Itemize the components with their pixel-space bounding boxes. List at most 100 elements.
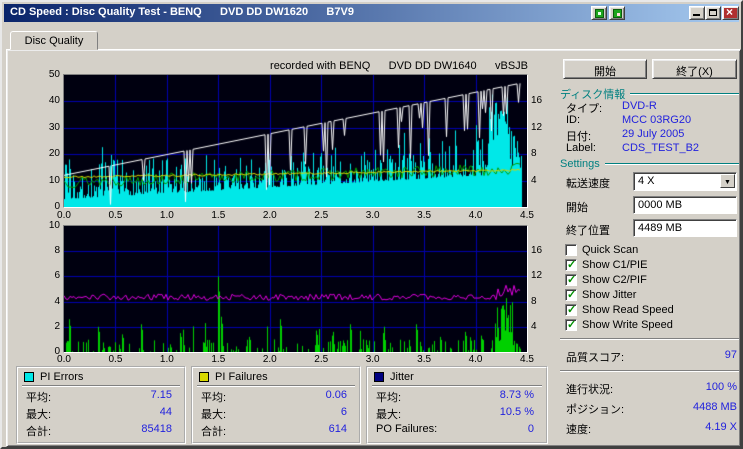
app-window: CD Speed : Disc Quality Test - BENQ DVD … (0, 0, 743, 449)
minimize-icon (693, 14, 700, 16)
axis-tick-label: 4.5 (520, 210, 534, 221)
axis-tick-label: 12 (531, 121, 543, 133)
start-position-input[interactable]: 0000 MB (633, 196, 737, 214)
axis-tick-label: 16 (531, 95, 543, 107)
start-button-label: 開始 (594, 66, 616, 78)
divider (560, 370, 739, 372)
checkbox-label: Show C1/PIE (582, 259, 648, 271)
checkmark-icon: ✓ (567, 259, 577, 271)
speed-select-dropdown-button[interactable]: ▼ (720, 174, 735, 188)
axis-tick-label: 8 (531, 295, 537, 307)
speed-select-value: 4 X (638, 175, 655, 187)
maximize-button[interactable] (705, 6, 721, 20)
axis-tick-label: 20 (48, 148, 60, 160)
bottom-chart (64, 226, 527, 352)
jitter-title: Jitter (390, 371, 414, 383)
bottom-x-axis: 0.0 0.5 1.0 1.5 2.0 2.5 3.0 3.5 4.0 4.5 (57, 354, 534, 365)
end-position-value: 4489 MB (638, 222, 683, 234)
close-icon: × (726, 5, 734, 19)
titlebar-plugin-button-2[interactable] (609, 6, 625, 20)
window-title: CD Speed : Disc Quality Test - BENQ DVD … (10, 6, 354, 18)
avg-value: 7.15 (150, 389, 172, 401)
axis-tick-label: 8 (531, 148, 537, 160)
total-label: 合計: (201, 426, 227, 438)
pi-failures-box: PI Failures 平均: 0.06 最大: 6 合計: 614 (191, 366, 361, 444)
axis-tick-label: 1.5 (211, 210, 226, 221)
axis-tick-label: 3.0 (365, 210, 380, 221)
axis-tick-label: 3.0 (365, 354, 380, 365)
tab-disc-quality[interactable]: Disc Quality (10, 31, 98, 50)
total-label: 合計: (26, 426, 52, 438)
avg-label: 平均: (201, 392, 227, 404)
axis-tick-label: 2 (54, 320, 60, 332)
max-value: 6 (340, 406, 347, 418)
titlebar-plugin-button-1[interactable] (591, 6, 607, 20)
checkbox-show-c1-pie[interactable]: ✓ Show C1/PIE (565, 259, 647, 271)
axis-tick-label: 2.5 (314, 354, 329, 365)
quality-score-label: 品質スコア: (566, 352, 625, 364)
exit-button-label: 終了(X) (676, 66, 713, 78)
avg-label: 平均: (26, 392, 52, 404)
avg-label: 平均: (376, 392, 402, 404)
checkbox-label: Show Jitter (582, 289, 637, 301)
exit-button[interactable]: 終了(X) (652, 59, 737, 79)
chevron-down-icon: ▼ (724, 179, 731, 186)
checkbox-show-write-speed[interactable]: ✓ Show Write Speed (565, 319, 673, 331)
bottom-left-axis: 10 8 6 4 2 0 (32, 220, 60, 357)
green-app-icon (595, 9, 604, 18)
checkbox-label: Quick Scan (582, 244, 639, 256)
speed-label: 速度: (566, 424, 592, 436)
divider (197, 385, 355, 387)
axis-tick-label: 4.5 (520, 354, 534, 365)
start-button[interactable]: 開始 (563, 59, 647, 79)
start-position-label: 開始 (566, 202, 588, 214)
max-value: 44 (159, 406, 172, 418)
checkbox-box: ✓ (565, 304, 577, 316)
checkbox-show-read-speed[interactable]: ✓ Show Read Speed (565, 304, 674, 316)
axis-tick-label: 3.5 (417, 354, 432, 365)
max-label: 最大: (26, 409, 52, 421)
total-value: 85418 (141, 423, 172, 435)
titlebar: CD Speed : Disc Quality Test - BENQ DVD … (4, 4, 739, 22)
divider (372, 385, 542, 387)
axis-tick-label: 4.0 (468, 354, 483, 365)
top-right-axis: 16 12 8 4 (531, 74, 555, 206)
end-position-label: 終了位置 (566, 225, 610, 237)
start-position-value: 0000 MB (638, 199, 683, 211)
checkbox-quick-scan[interactable]: Quick Scan (565, 244, 638, 256)
divider (604, 163, 739, 165)
axis-tick-label: 0.5 (108, 210, 123, 221)
checkmark-icon: ✓ (567, 274, 577, 286)
checkbox-show-jitter[interactable]: ✓ Show Jitter (565, 289, 636, 301)
axis-tick-label: 30 (48, 121, 60, 133)
axis-tick-label: 8 (54, 245, 60, 257)
total-value: 614 (328, 423, 347, 435)
axis-tick-label: 4 (531, 174, 537, 186)
axis-tick-label: 2.5 (314, 210, 329, 221)
pi-errors-title: PI Errors (40, 371, 84, 383)
axis-tick-label: 10 (48, 174, 60, 186)
close-button[interactable]: × (722, 5, 739, 20)
minimize-button[interactable] (689, 6, 705, 20)
speed-select[interactable]: 4 X ▼ (633, 172, 737, 191)
checkmark-icon: ✓ (567, 319, 577, 331)
end-position-input[interactable]: 4489 MB (633, 219, 737, 237)
axis-tick-label: 50 (48, 69, 60, 80)
checkmark-icon: ✓ (567, 304, 577, 316)
divider (22, 385, 180, 387)
pi-failures-swatch (199, 372, 209, 382)
checkbox-show-c2-pif[interactable]: ✓ Show C2/PIF (565, 274, 647, 286)
axis-tick-label: 2.0 (262, 210, 277, 221)
settings-header: Settings (560, 158, 739, 170)
green-app-icon-2 (613, 9, 622, 18)
disc-label-label: Label: (566, 142, 596, 154)
axis-tick-label: 4 (531, 320, 537, 332)
checkbox-box: ✓ (565, 319, 577, 331)
avg-value: 0.06 (325, 389, 347, 401)
axis-tick-label: 10 (48, 220, 60, 231)
axis-tick-label: 0.5 (108, 354, 123, 365)
disc-id-label: ID: (566, 114, 581, 126)
axis-tick-label: 40 (48, 95, 60, 107)
po-failures-label: PO Failures: (376, 423, 438, 435)
pi-failures-title: PI Failures (215, 371, 268, 383)
